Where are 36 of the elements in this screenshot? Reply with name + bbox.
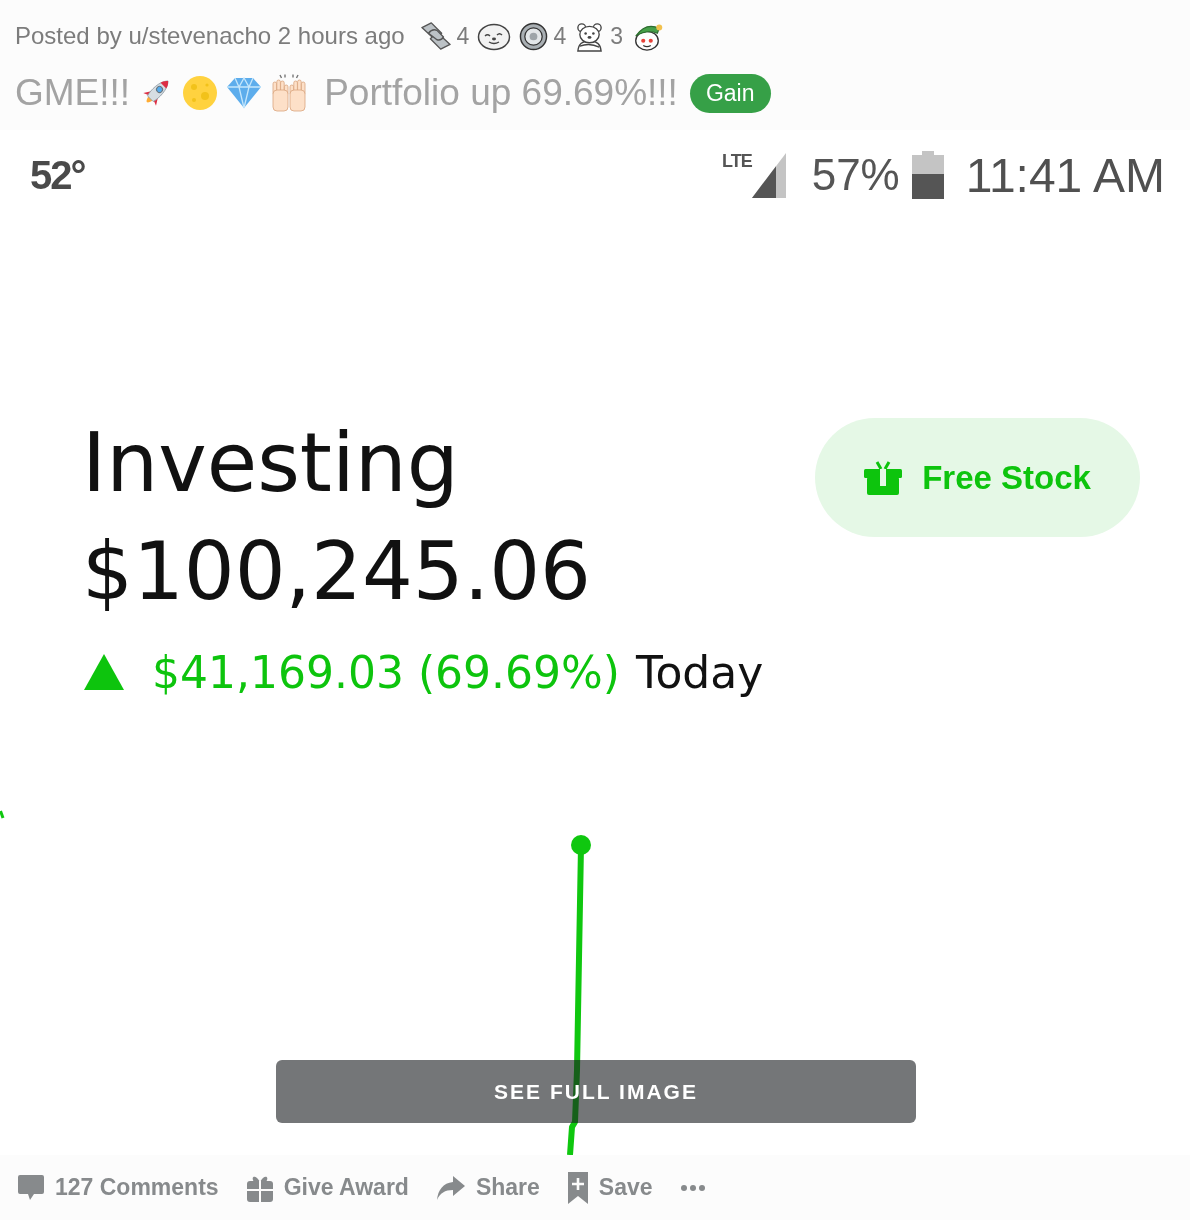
up-triangle-icon [84,654,124,691]
award-count: 4 [553,22,567,50]
award-count: 3 [610,22,623,50]
chart-dot-icon [571,835,591,855]
network-type: LTE [722,151,752,171]
period-label: Today [636,646,764,698]
account-title: Investing [82,415,459,511]
clock-time: 11:41 AM [965,147,1165,203]
comments-button[interactable]: 127 Comments [9,1166,227,1209]
award-count: 4 [456,22,470,50]
seal-icon [477,21,512,51]
battery-percent: 57% [811,150,900,200]
portfolio-value: $100,245.06 [82,524,591,619]
battery-icon [911,151,944,199]
more-icon [679,1183,706,1192]
comment-icon [17,1174,45,1201]
gift-icon [864,460,903,495]
share-button[interactable]: Share [427,1165,548,1210]
share-icon [435,1173,466,1202]
bookmark-icon [566,1170,589,1205]
free-stock-button[interactable]: Free Stock [815,418,1140,537]
coin-icon [519,20,549,52]
save-button[interactable]: Save [558,1162,661,1213]
post-title[interactable]: GME!!! [15,72,131,114]
handshake-icon [419,21,452,51]
give-award-button[interactable]: Give Award [237,1164,417,1211]
temperature: 52° [30,152,85,198]
signal-icon [751,152,786,198]
change-amount: $41,169.03 (69.69%) [152,646,620,698]
flair-tag: Gain [689,73,771,113]
post-title[interactable]: Portfolio up 69.69%!!! [324,72,678,114]
raised-hands-icon [270,74,309,112]
price-line-fragment [0,810,5,819]
gem-icon [226,77,263,109]
post-meta: Posted by u/stevenacho 2 hours ago [15,22,405,50]
moon-icon [182,75,219,111]
